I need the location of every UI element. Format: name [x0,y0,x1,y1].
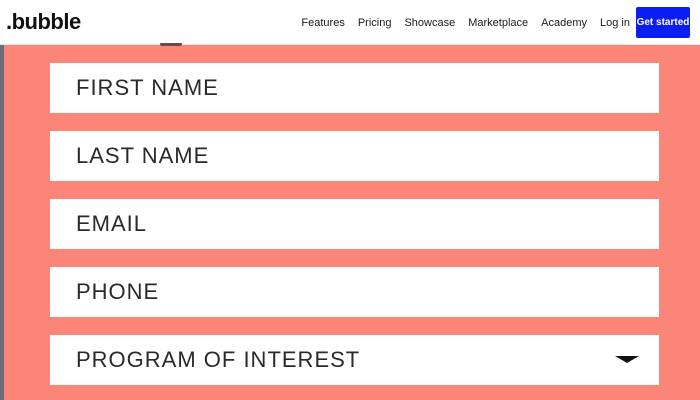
page: .bubble Features Pricing Showcase Market… [0,0,700,400]
program-of-interest-select[interactable]: PROGRAM OF INTEREST [50,335,659,385]
nav-link-pricing[interactable]: Pricing [358,17,392,29]
nav-link-features[interactable]: Features [301,17,344,29]
nav-link-login[interactable]: Log in [600,17,630,29]
top-nav: .bubble Features Pricing Showcase Market… [0,0,700,45]
nav-link-showcase[interactable]: Showcase [404,17,455,29]
nav-link-marketplace[interactable]: Marketplace [468,17,528,29]
program-placeholder: PROGRAM OF INTEREST [76,347,361,372]
first-name-placeholder: FIRST NAME [76,75,219,100]
heading-descender [160,43,182,46]
email-placeholder: EMAIL [76,211,148,236]
last-name-placeholder: LAST NAME [76,143,210,168]
nav-links: Features Pricing Showcase Marketplace Ac… [288,0,630,45]
first-name-field[interactable]: FIRST NAME [50,63,659,113]
nav-link-academy[interactable]: Academy [541,17,587,29]
email-field[interactable]: EMAIL [50,199,659,249]
caret-down-icon[interactable] [615,356,639,363]
bubble-logo[interactable]: .bubble [6,9,81,35]
phone-placeholder: PHONE [76,279,160,304]
last-name-field[interactable]: LAST NAME [50,131,659,181]
phone-field[interactable]: PHONE [50,267,659,317]
heading-fragment [160,36,200,46]
left-edge-divider [0,45,4,400]
get-started-button[interactable]: Get started [636,7,690,38]
